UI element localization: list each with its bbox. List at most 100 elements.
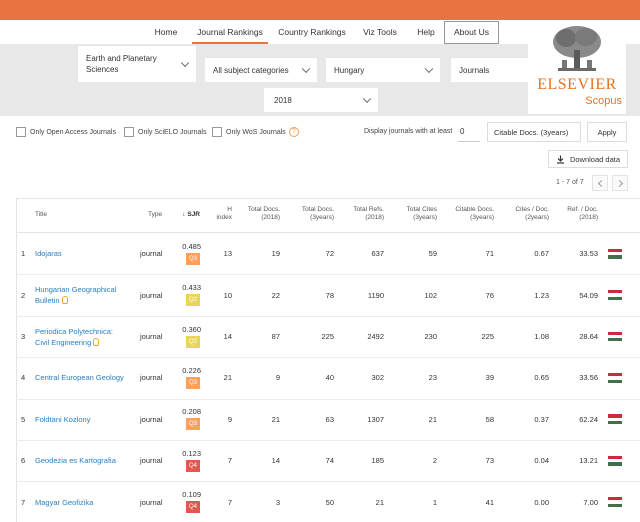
col-ref-per-doc[interactable]: Ref. / Doc. (2018) — [556, 206, 598, 222]
journal-type: journal — [140, 373, 163, 383]
cell-citable: 76 — [485, 290, 494, 300]
journal-title-line[interactable]: Foldtani Kozlony — [35, 414, 135, 425]
citable-docs-value: Citable Docs. (3years) — [494, 127, 569, 137]
chevron-left-icon — [597, 179, 606, 188]
journal-type: journal — [140, 497, 163, 507]
cell-cites: 102 — [424, 290, 437, 300]
cell-cpd: 0.00 — [534, 497, 549, 507]
cell-citable: 39 — [485, 373, 494, 383]
row-divider — [16, 274, 640, 276]
cell-cites: 23 — [428, 373, 437, 383]
country-select[interactable]: Hungary — [326, 58, 440, 82]
row-divider — [16, 315, 640, 317]
journal-title-link[interactable]: Central European Geology — [35, 372, 135, 383]
col-total-refs[interactable]: Total Refs. (2018) — [340, 206, 384, 222]
cell-docs3y: 63 — [325, 414, 334, 424]
type-select[interactable]: Journals — [451, 58, 529, 82]
type-value: Journals — [459, 65, 490, 75]
help-icon[interactable]: ? — [288, 127, 299, 137]
row-rank: 3 — [21, 332, 26, 341]
cell-docs3y: 40 — [325, 373, 334, 383]
journal-title-link[interactable]: Geodezia es Kartografia — [35, 455, 135, 466]
journal-title-line[interactable]: Bulletin — [35, 295, 135, 306]
journal-title-link[interactable]: Periodica Polytechnica: Civil Engineering — [35, 326, 135, 348]
cell-cites: 230 — [424, 332, 437, 341]
cell-citable: 58 — [485, 414, 494, 424]
nav-country-rankings[interactable]: Country Rankings — [276, 20, 348, 44]
col-total-docs-3y[interactable]: Total Docs. (3years) — [290, 206, 334, 222]
journal-title-link[interactable]: Foldtani Kozlony — [35, 414, 135, 425]
col-cites-per-doc[interactable]: Cites / Doc. (2years) — [503, 206, 549, 222]
col-sjr[interactable]: ↓ SJR — [178, 211, 200, 219]
wos-option[interactable]: Only WoS Journals ? — [212, 126, 299, 138]
cell-h: 13 — [223, 249, 232, 259]
download-icon — [556, 155, 564, 164]
cell-rpd: 33.53 — [579, 249, 598, 259]
cell-rpd: 62.24 — [579, 414, 598, 424]
cell-docs2018: 14 — [271, 456, 280, 466]
scielo-checkbox[interactable] — [124, 127, 134, 137]
row-rank: 5 — [21, 414, 26, 424]
col-type[interactable]: Type — [148, 211, 162, 219]
journal-title-line[interactable]: Hungarian Geographical — [35, 284, 135, 295]
open-access-option[interactable]: Only Open Access Journals — [16, 126, 116, 138]
next-page-button[interactable] — [612, 175, 628, 191]
col-citable-docs[interactable]: Citable Docs. (3years) — [444, 206, 494, 222]
open-access-checkbox[interactable] — [16, 127, 26, 137]
wos-label: Only WoS Journals — [226, 128, 286, 136]
cell-rpd: 28.64 — [579, 332, 598, 341]
row-rank: 6 — [21, 456, 26, 466]
journal-title-link[interactable]: Idojaras — [35, 248, 135, 259]
journal-type: journal — [140, 249, 163, 259]
cell-docs2018: 87 — [271, 332, 280, 341]
citable-docs-select[interactable]: Citable Docs. (3years) — [487, 122, 581, 142]
subject-area-select[interactable]: Earth and Planetary Sciences — [78, 46, 196, 82]
elsevier-logo[interactable]: ELSEVIER Scopus — [528, 20, 626, 114]
download-label: Download data — [569, 154, 621, 164]
col-total-docs-2018[interactable]: Total Docs. (2018) — [238, 206, 280, 222]
nav-home[interactable]: Home — [148, 20, 184, 44]
open-access-icon — [61, 296, 68, 305]
cell-h: 7 — [227, 456, 232, 466]
row-rank: 1 — [21, 249, 26, 259]
nav-viz-tools[interactable]: Viz Tools — [358, 20, 402, 44]
row-divider — [16, 357, 640, 359]
journal-title-link[interactable]: Magyar Geofizika — [35, 497, 135, 508]
nav-about-us[interactable]: About Us — [444, 21, 499, 44]
col-total-cites[interactable]: Total Cites (3years) — [392, 206, 437, 222]
hungary-flag-icon — [608, 497, 622, 508]
journal-title-line[interactable]: Geodezia es Kartografia — [35, 455, 135, 466]
row-divider — [16, 481, 640, 483]
nav-help[interactable]: Help — [412, 20, 440, 44]
chevron-right-icon — [615, 179, 624, 188]
journal-title-link[interactable]: Hungarian Geographical Bulletin — [35, 284, 135, 306]
col-title[interactable]: Title — [35, 211, 47, 219]
nav-journal-rankings[interactable]: Journal Rankings — [192, 20, 268, 44]
cell-refs: 302 — [371, 373, 384, 383]
col-h-index[interactable]: Hindex — [208, 206, 232, 222]
prev-page-button[interactable] — [592, 175, 608, 191]
cell-cpd: 0.67 — [534, 249, 549, 259]
row-rank: 4 — [21, 373, 26, 383]
scielo-option[interactable]: Only SciELO Journals — [124, 126, 206, 138]
journal-type: journal — [140, 414, 163, 424]
journal-title-line[interactable]: Idojaras — [35, 248, 135, 259]
journal-title-line[interactable]: Magyar Geofizika — [35, 497, 135, 508]
cell-citable: 73 — [485, 456, 494, 466]
journal-title-line[interactable]: Civil Engineering — [35, 337, 135, 348]
cell-docs3y: 72 — [325, 249, 334, 259]
cell-docs3y: 225 — [321, 332, 334, 341]
display-threshold-input[interactable]: 0 — [458, 122, 480, 142]
hungary-flag-icon — [608, 248, 622, 259]
journal-title-line[interactable]: Periodica Polytechnica: — [35, 326, 135, 337]
journal-title-line[interactable]: Central European Geology — [35, 372, 135, 383]
apply-button[interactable]: Apply — [587, 122, 627, 142]
wos-checkbox[interactable] — [212, 127, 222, 137]
year-value: 2018 — [274, 95, 292, 105]
cell-cpd: 0.04 — [534, 456, 549, 466]
scielo-label: Only SciELO Journals — [138, 128, 207, 136]
download-data-button[interactable]: Download data — [548, 150, 628, 168]
subject-category-select[interactable]: All subject categories — [205, 58, 317, 82]
year-select[interactable]: 2018 — [264, 88, 378, 112]
cell-cites: 59 — [428, 249, 437, 259]
